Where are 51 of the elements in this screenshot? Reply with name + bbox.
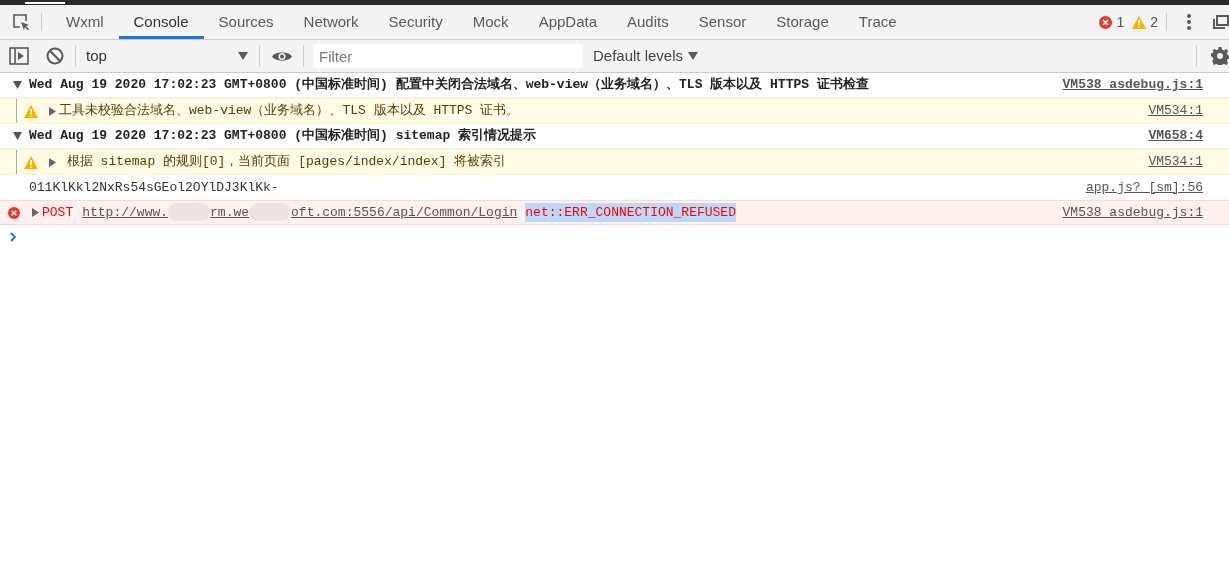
request-url-link[interactable]: http://www. rm.we oft.com:5556/api/Common/Login xyxy=(82,202,518,223)
error-icon xyxy=(8,206,20,219)
context-dropdown[interactable]: top xyxy=(86,44,248,68)
request-method: POST xyxy=(42,203,74,222)
source-link[interactable]: app.js? [sm]:56 xyxy=(1069,177,1203,198)
clear-console-icon[interactable] xyxy=(46,47,64,65)
devtools-tab[interactable]: AppData xyxy=(523,5,612,39)
warning-count: 2 xyxy=(1150,12,1158,32)
log-message: 011KlKkl2NxRs54sGEol2OYlDJ3KlKk- xyxy=(29,178,279,197)
collapsed-arrow-icon[interactable] xyxy=(31,208,39,217)
sidebar-toggle-icon[interactable] xyxy=(9,47,29,65)
group-header: Wed Aug 19 2020 17:02:23 GMT+0800 (中国标准时间) 配置中关闭合法域名、web-view（业务域名）、TLS 版本以及 HTTPS 证书检查 xyxy=(29,76,869,95)
devtools-tab[interactable]: Sources xyxy=(203,5,289,39)
dropdown-arrow-icon xyxy=(688,52,699,60)
devtools-tab[interactable]: Storage xyxy=(761,5,844,39)
source-link[interactable]: VM534:1 xyxy=(1132,152,1203,172)
devtools-tab[interactable]: Network xyxy=(288,5,374,39)
filter-field[interactable]: Filter xyxy=(314,44,582,68)
devtools-tab[interactable]: Mock xyxy=(457,5,524,39)
source-link[interactable]: VM658:4 xyxy=(1132,126,1203,146)
more-options-icon[interactable] xyxy=(1187,14,1191,30)
warning-icon xyxy=(1132,15,1147,29)
prompt-chevron-icon xyxy=(10,232,17,242)
warning-message: 根据 sitemap 的规则[0]，当前页面 [pages/index/index] 将被索引 xyxy=(65,153,507,172)
error-count: 1 xyxy=(1116,12,1125,32)
expanded-arrow-icon[interactable] xyxy=(12,81,22,89)
warning-icon xyxy=(24,155,38,169)
collapsed-arrow-icon[interactable] xyxy=(48,106,56,116)
error-icon xyxy=(1099,15,1113,29)
devtools-tab[interactable]: Security xyxy=(373,5,458,39)
settings-icon[interactable] xyxy=(1211,47,1229,65)
source-link[interactable]: VM534:1 xyxy=(1132,101,1203,121)
log-levels-dropdown[interactable]: Default levels xyxy=(593,44,699,68)
collapsed-arrow-icon[interactable] xyxy=(48,157,56,167)
devtools-tab[interactable]: Audits xyxy=(612,5,684,39)
redaction-blur xyxy=(249,202,292,221)
warning-message: 工具未校验合法域名、web-view（业务域名）、TLS 版本以及 HTTPS 证书。 xyxy=(59,102,520,121)
redaction-blur xyxy=(168,202,211,221)
source-link[interactable]: VM538 asdebug.js:1 xyxy=(1046,75,1203,95)
devtools-tab[interactable]: Sensor xyxy=(683,5,762,39)
inspect-element-icon[interactable] xyxy=(11,13,30,31)
source-link[interactable]: VM538 asdebug.js:1 xyxy=(1046,202,1203,223)
group-header: Wed Aug 19 2020 17:02:23 GMT+0800 (中国标准时间) sitemap 索引情况提示 xyxy=(29,127,537,146)
expanded-arrow-icon[interactable] xyxy=(12,132,22,140)
dropdown-arrow-icon xyxy=(238,52,248,60)
eye-icon[interactable] xyxy=(272,49,292,63)
devtools-tab[interactable]: Trace xyxy=(843,5,912,39)
error-message: net::ERR_CONNECTION_REFUSED xyxy=(525,202,736,223)
undock-icon[interactable] xyxy=(1213,15,1229,29)
warning-icon xyxy=(24,104,38,118)
devtools-tab[interactable]: Wxml xyxy=(51,5,119,39)
